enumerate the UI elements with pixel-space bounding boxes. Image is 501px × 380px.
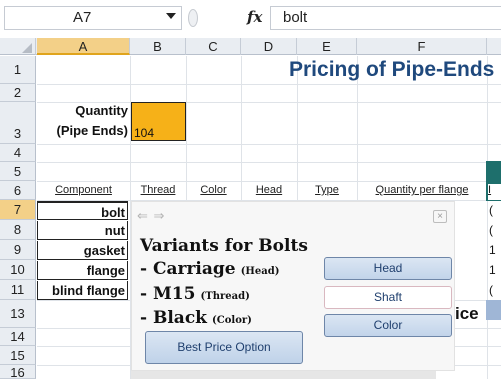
variant-color-note: (Color) [212, 315, 252, 326]
header-quantity-per-flange: Quantity per flange [375, 184, 469, 196]
best-price-option-button[interactable]: Best Price Option [145, 331, 303, 364]
component-blind-flange[interactable]: blind flange [37, 281, 128, 300]
row-header-5[interactable]: 5 [0, 162, 36, 181]
gridline [37, 181, 501, 182]
component-nut[interactable]: nut [37, 221, 128, 240]
row-header-4[interactable]: 4 [0, 144, 36, 162]
quantity-label-unit: (Pipe Ends) [56, 123, 128, 138]
row-header-6[interactable]: 6 [0, 181, 36, 200]
popup-bottom-edge [131, 371, 436, 379]
header-component: Component [55, 184, 112, 196]
cell-value: 1 [489, 263, 496, 277]
head-button[interactable]: Head [324, 257, 452, 280]
row-header-9[interactable]: 9 [0, 240, 36, 260]
column-header-c[interactable]: C [186, 38, 241, 55]
gridline [37, 144, 501, 145]
cell-value: ( [489, 223, 493, 237]
gridline [37, 84, 501, 85]
row-header-7[interactable]: 7 [0, 200, 36, 220]
price-value-fill [486, 300, 501, 320]
variant-color: - Black (Color) [140, 308, 252, 328]
header-partial: I [488, 184, 501, 200]
variant-head: - Carriage (Head) [140, 259, 279, 279]
cell-value: ( [489, 283, 493, 297]
gridline [37, 162, 501, 163]
cell-value: ( [489, 203, 493, 217]
header-thread: Thread [140, 184, 176, 196]
gridline [487, 56, 488, 379]
chevron-down-icon[interactable] [166, 13, 176, 19]
row-header-10[interactable]: 10 [0, 260, 36, 280]
variant-thread-value: - M15 [140, 284, 196, 304]
row-header-14[interactable]: 14 [0, 328, 36, 346]
quantity-value-cell[interactable]: 104 [131, 102, 186, 141]
row-header-8[interactable]: 8 [0, 220, 36, 240]
row-header-13[interactable]: 13 [0, 300, 36, 328]
variant-head-value: - Carriage [140, 259, 236, 279]
color-button[interactable]: Color [324, 314, 452, 337]
component-gasket[interactable]: gasket [37, 241, 128, 260]
row-header-16[interactable]: 16 [0, 365, 36, 380]
row-header-15[interactable]: 15 [0, 346, 36, 365]
formula-input[interactable]: bolt [270, 6, 501, 30]
column-header-d[interactable]: D [241, 38, 297, 55]
row-header-3[interactable]: 3 [0, 102, 36, 144]
variants-popup: ⇐ ⇒ × Variants for Bolts - Carriage (Hea… [131, 201, 455, 371]
sheet-title: Pricing of Pipe-Ends [289, 58, 495, 81]
variant-head-note: (Head) [240, 266, 280, 277]
variant-thread: - M15 (Thread) [140, 284, 250, 304]
column-header-e[interactable]: E [297, 38, 357, 55]
name-box[interactable]: A7 [4, 6, 182, 30]
header-color: Color [200, 184, 227, 196]
column-header-f[interactable]: F [357, 38, 487, 55]
column-header-g[interactable] [487, 38, 501, 55]
navigation-arrows-icon[interactable]: ⇐ ⇒ [137, 208, 165, 224]
component-flange[interactable]: flange [37, 261, 128, 280]
close-icon[interactable]: × [433, 210, 447, 223]
popup-heading: Variants for Bolts [140, 236, 308, 256]
variant-color-value: - Black [140, 308, 207, 328]
formula-bar: A7 fx bolt [0, 0, 501, 38]
formula-separator-handle[interactable] [188, 9, 198, 27]
shaft-button[interactable]: Shaft [324, 286, 452, 309]
cell-value: 1 [489, 243, 496, 257]
header-head: Head [255, 184, 283, 196]
column-header-b[interactable]: B [130, 38, 186, 55]
row-header-11[interactable]: 11 [0, 280, 36, 300]
select-all-corner[interactable] [0, 38, 36, 55]
component-bolt[interactable]: bolt [37, 201, 128, 220]
variant-thread-note: (Thread) [200, 291, 250, 302]
price-label-partial: ice [455, 302, 486, 326]
row-header-2[interactable]: 2 [0, 84, 36, 102]
insert-function-icon[interactable]: fx [247, 8, 262, 26]
column-header-row: A B C D E F [0, 38, 501, 55]
quantity-label: Quantity [75, 103, 128, 118]
header-type: Type [315, 184, 339, 196]
column-header-a[interactable]: A [37, 38, 130, 55]
row-header-1[interactable]: 1 [0, 56, 36, 84]
